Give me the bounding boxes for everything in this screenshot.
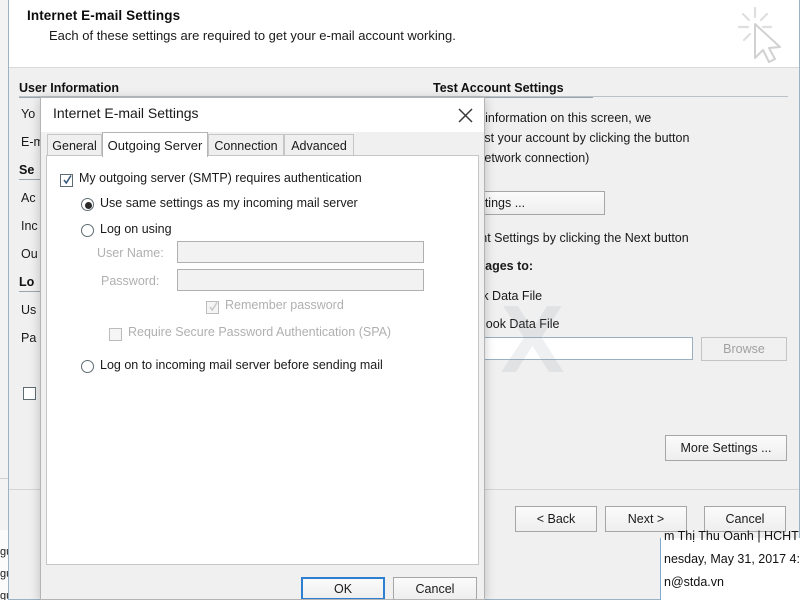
label-outgoing-mail-server: Ou	[21, 247, 38, 261]
radio-use-same-settings[interactable]	[81, 198, 94, 211]
password-input[interactable]	[177, 269, 424, 291]
dialog-tabstrip: General Outgoing Server Connection Advan…	[41, 132, 484, 157]
dialog-ok-button[interactable]: OK	[301, 577, 385, 599]
radio-log-on-using[interactable]	[81, 224, 94, 237]
require-spa-checkbox[interactable]	[109, 328, 122, 341]
label-account-type: Ac	[21, 191, 36, 205]
back-button[interactable]: < Back	[515, 506, 597, 532]
user-name-input[interactable]	[177, 241, 424, 263]
checkmark-icon	[209, 302, 218, 312]
page-title: Internet E-mail Settings	[27, 8, 181, 23]
user-name-label: User Name:	[97, 246, 164, 260]
label-user-name: Us	[21, 303, 37, 317]
wizard-header: Internet E-mail Settings Each of these s…	[9, 0, 799, 68]
click-cursor-icon	[737, 6, 781, 63]
smtp-auth-label[interactable]: My outgoing server (SMTP) requires authe…	[79, 171, 362, 185]
group-test-account-settings: Test Account Settings	[433, 81, 593, 98]
tab-connection[interactable]: Connection	[208, 134, 284, 156]
dialog-title-bar: Internet E-mail Settings	[41, 98, 484, 132]
require-spa-label[interactable]: Require Secure Password Authentication (…	[128, 325, 391, 339]
label-incoming-mail-server: Inc	[21, 219, 38, 233]
group-logon-information: Lo	[19, 275, 41, 292]
page-subtitle: Each of these settings are required to g…	[49, 28, 456, 43]
remember-password-checkbox-bg[interactable]	[23, 387, 36, 400]
checkmark-icon	[63, 175, 72, 185]
smtp-auth-checkbox[interactable]	[60, 174, 73, 187]
radio-log-on-using-label[interactable]: Log on using	[100, 222, 172, 236]
outgoing-server-panel: My outgoing server (SMTP) requires authe…	[46, 155, 479, 565]
group-rule	[433, 96, 788, 97]
email-address-line: n@stda.vn	[664, 575, 724, 589]
radio-use-same-settings-label[interactable]: Use same settings as my incoming mail se…	[100, 196, 358, 210]
radio-log-on-incoming-label[interactable]: Log on to incoming mail server before se…	[100, 358, 383, 372]
group-user-information: User Information	[19, 81, 129, 98]
background-email-pane	[660, 538, 800, 600]
remember-password-label[interactable]: Remember password	[225, 298, 344, 312]
email-sender-line: m Thị Thu Oanh | HCHT [mailto:oanhptu	[664, 529, 800, 543]
browse-button[interactable]: Browse	[701, 337, 787, 361]
label-your-name: Yo	[21, 107, 36, 121]
screen-root: gu... F gu... F gu... F Internet E-mail …	[0, 0, 800, 600]
internet-email-settings-dialog: Internet E-mail Settings General Outgoin…	[40, 97, 485, 600]
remember-password-checkbox[interactable]	[206, 301, 219, 314]
tab-outgoing-server[interactable]: Outgoing Server	[102, 132, 208, 157]
tab-general[interactable]: General	[47, 134, 102, 156]
label-password: Pa	[21, 331, 37, 345]
radio-selected-dot	[85, 202, 92, 209]
dialog-cancel-button[interactable]: Cancel	[393, 577, 477, 599]
close-icon[interactable]	[452, 102, 478, 128]
dialog-title: Internet E-mail Settings	[53, 105, 199, 121]
more-settings-button[interactable]: More Settings ...	[665, 435, 787, 461]
tab-advanced[interactable]: Advanced	[284, 134, 354, 156]
radio-log-on-incoming[interactable]	[81, 360, 94, 373]
password-label: Password:	[101, 274, 160, 288]
email-date-line: nesday, May 31, 2017 4:33 PM	[664, 552, 800, 566]
